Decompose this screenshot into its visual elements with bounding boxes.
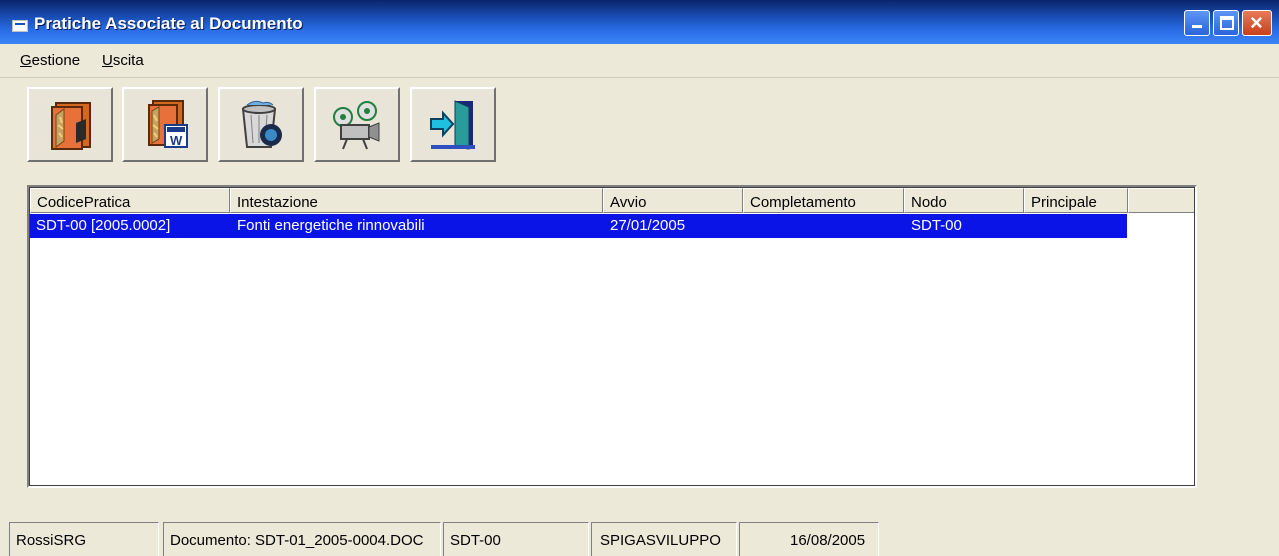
projector-icon [333,100,380,149]
status-date: 16/08/2005 [739,522,879,556]
close-button[interactable]: × [1242,10,1272,36]
menu-uscita[interactable]: Uscita [102,52,144,69]
status-user: RossiSRG [9,522,159,556]
window-title: Pratiche Associate al Documento [34,14,303,33]
column-header-intestazione[interactable]: Intestazione [230,188,603,213]
status-bar: RossiSRG Documento: SDT-01_2005-0004.DOC… [0,522,1279,556]
status-server: SPIGASVILUPPO [591,522,737,556]
exit-button[interactable] [410,87,496,162]
trash-search-button[interactable] [218,87,304,162]
minimize-icon [1192,25,1202,28]
window-icon[interactable] [12,20,28,32]
column-header-codicepratica[interactable]: CodicePratica [30,188,230,213]
table-viewport: CodicePratica Intestazione Avvio Complet… [29,187,1195,486]
cell-intestazione: Fonti energetiche rinnovabili [237,217,425,234]
trash-search-icon [241,100,282,148]
svg-text:W: W [170,133,183,148]
maximize-icon [1220,16,1234,30]
close-icon: × [1250,10,1263,35]
word-dossier-button[interactable]: W [122,87,208,162]
open-dossier-button[interactable] [27,87,113,162]
status-documento: Documento: SDT-01_2005-0004.DOC [163,522,441,556]
maximize-button[interactable] [1213,10,1239,36]
minimize-button[interactable] [1184,10,1210,36]
menu-bar: Gestione Uscita [0,44,1279,78]
open-dossier-icon [51,101,91,150]
pratiche-table[interactable]: CodicePratica Intestazione Avvio Complet… [27,185,1197,488]
cell-codicepratica: SDT-00 [2005.0002] [36,217,171,234]
title-bar: Pratiche Associate al Documento × [0,0,1279,44]
menu-gestione[interactable]: Gestione [20,52,80,69]
table-row[interactable]: SDT-00 [2005.0002] Fonti energetiche rin… [30,214,1127,238]
column-header-nodo[interactable]: Nodo [904,188,1024,213]
column-header-avvio[interactable]: Avvio [603,188,743,213]
projector-button[interactable] [314,87,400,162]
exit-door-icon [430,99,475,150]
word-dossier-icon: W [148,99,188,148]
cell-nodo: SDT-00 [911,217,962,234]
column-header-filler [1128,188,1194,213]
column-header-completamento[interactable]: Completamento [743,188,904,213]
cell-avvio: 27/01/2005 [610,217,686,234]
status-nodo: SDT-00 [443,522,589,556]
column-header-principale[interactable]: Principale [1024,188,1128,213]
table-header: CodicePratica Intestazione Avvio Complet… [30,188,1194,213]
